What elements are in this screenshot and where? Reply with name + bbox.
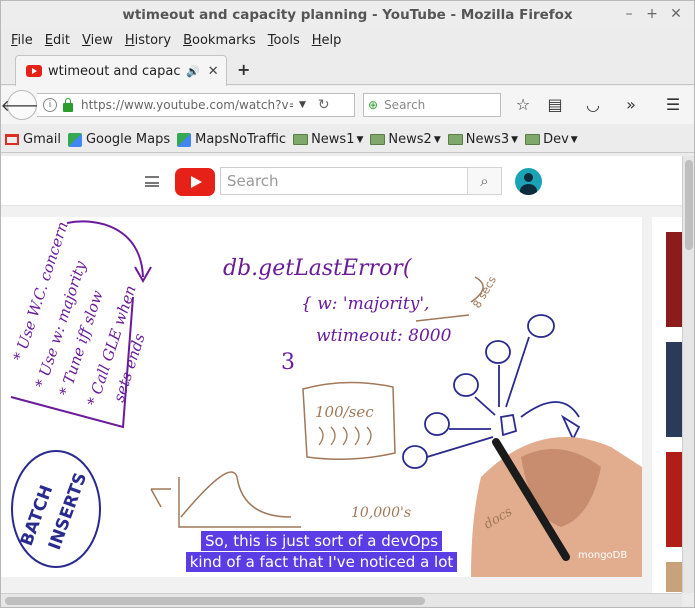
reload-icon[interactable]: ↻	[318, 97, 330, 113]
bracket-3: 3	[281, 350, 295, 375]
bookmark-label: News2	[388, 132, 432, 147]
bookmark-label: MapsNoTraffic	[195, 132, 287, 147]
search-icon: ⌕	[480, 172, 489, 190]
youtube-header: Search ⌕	[1, 156, 682, 206]
back-button[interactable]: 🡐	[1, 90, 43, 120]
chevron-down-icon: ▼	[511, 134, 519, 145]
related-thumbnail[interactable]	[666, 452, 682, 547]
tab-bar: wtimeout and capacit… 🔊 ✕ +	[1, 51, 694, 86]
bookmark-google-maps[interactable]: Google Maps	[67, 132, 171, 147]
youtube-search-button[interactable]: ⌕	[467, 167, 502, 195]
menu-history[interactable]: History	[119, 33, 177, 48]
scrollbar-thumb[interactable]	[5, 597, 425, 605]
rate-label: 100/sec	[315, 403, 374, 421]
bookmark-folder-news1[interactable]: News1 ▼	[293, 132, 363, 147]
gmail-icon	[5, 134, 19, 145]
left-notes: * Use W.C. concern * Use w: majority * T…	[10, 219, 149, 408]
pocket-icon[interactable]: ◡	[583, 95, 603, 114]
library-icon[interactable]: ▤	[545, 95, 565, 114]
mongodb-watermark: mongoDB	[578, 550, 628, 561]
related-videos-sidebar	[652, 217, 682, 593]
bookmark-mapsnotraffic[interactable]: MapsNoTraffic	[177, 132, 286, 147]
info-icon[interactable]: i	[43, 98, 57, 112]
chevron-down-icon: ▼	[570, 134, 578, 145]
tab-label: wtimeout and capacit…	[48, 63, 180, 79]
folder-icon	[293, 134, 309, 145]
chevron-down-icon: ▼	[433, 134, 441, 145]
video-player[interactable]: * Use W.C. concern * Use w: majority * T…	[1, 217, 642, 577]
caption-line-1: So, this is just sort of a devOps	[200, 531, 443, 551]
speaker-icon[interactable]: 🔊	[186, 65, 200, 78]
code-line-2: { w: 'majority',	[301, 294, 429, 314]
bookmark-label: Dev	[543, 132, 569, 147]
overflow-icon[interactable]: »	[621, 95, 641, 114]
bottom-label: 10,000's	[351, 505, 411, 521]
folder-icon	[370, 134, 386, 145]
menu-bar: File Edit View History Bookmarks Tools H…	[1, 29, 694, 51]
menu-edit[interactable]: Edit	[39, 33, 76, 48]
bookmark-label: Google Maps	[85, 132, 171, 147]
menu-tools[interactable]: Tools	[262, 33, 306, 48]
url-text[interactable]: https://www.youtube.com/watch?v=K5	[81, 98, 293, 112]
close-icon[interactable]: ✕	[668, 6, 684, 22]
caption-line-2: kind of a fact that I've noticed a lot	[185, 552, 458, 572]
hamburger-menu-icon[interactable]: ☰	[663, 95, 683, 114]
menu-file[interactable]: File	[5, 33, 39, 48]
captions: So, this is just sort of a devOps kind o…	[1, 531, 642, 573]
guide-menu-icon[interactable]	[145, 176, 159, 187]
bookmark-folder-dev[interactable]: Dev ▼	[525, 132, 578, 147]
chevron-down-icon: ▼	[356, 134, 364, 145]
menu-help[interactable]: Help	[306, 33, 348, 48]
minimize-icon[interactable]: –	[621, 6, 637, 22]
avatar[interactable]	[515, 168, 542, 195]
menu-bookmarks[interactable]: Bookmarks	[177, 33, 262, 48]
whiteboard-video-frame: * Use W.C. concern * Use w: majority * T…	[10, 219, 642, 577]
code-text: db.getLastError( { w: 'majority', wtimeo…	[223, 256, 452, 346]
scrollbar-thumb[interactable]	[685, 160, 693, 250]
bookmark-folder-news2[interactable]: News2 ▼	[370, 132, 441, 147]
lock-icon	[63, 97, 73, 112]
code-line-1: db.getLastError(	[223, 256, 412, 281]
bookmark-gmail[interactable]: Gmail	[5, 132, 61, 147]
bookmarks-toolbar: Gmail Google Maps MapsNoTraffic News1 ▼ N…	[1, 127, 694, 153]
bookmark-label: News3	[465, 132, 510, 147]
browser-window: wtimeout and capacity planning - YouTube…	[0, 0, 695, 608]
vertical-scrollbar[interactable]	[682, 156, 694, 593]
youtube-logo[interactable]	[175, 168, 215, 196]
related-thumbnail[interactable]	[666, 562, 682, 592]
page-content: Search ⌕ * Use W.C. concern * Use w: maj…	[1, 156, 682, 593]
bookmark-star-icon[interactable]: ☆	[513, 95, 533, 114]
youtube-search-input[interactable]: Search	[220, 167, 468, 195]
maps-icon	[177, 132, 192, 147]
title-bar: wtimeout and capacity planning - YouTube…	[1, 1, 694, 29]
bookmark-label: Gmail	[23, 132, 61, 147]
search-placeholder: Search	[384, 98, 426, 112]
horizontal-scrollbar[interactable]	[1, 593, 682, 607]
folder-icon	[447, 134, 463, 145]
maximize-icon[interactable]: +	[644, 6, 660, 22]
url-dropdown-icon[interactable]: ▼	[299, 100, 306, 110]
menu-view[interactable]: View	[76, 33, 119, 48]
related-thumbnail[interactable]	[666, 342, 682, 437]
search-engine-icon[interactable]: ⊕	[368, 98, 378, 112]
new-tab-icon[interactable]: +	[237, 60, 250, 79]
tab-close-icon[interactable]: ✕	[208, 64, 219, 79]
navigation-bar: 🡐 i https://www.youtube.com/watch?v=K5 ▼…	[1, 86, 694, 124]
code-line-3: wtimeout: 8000	[316, 326, 452, 346]
window-title: wtimeout and capacity planning - YouTube…	[122, 7, 573, 23]
search-bar[interactable]: ⊕ Search	[363, 93, 501, 117]
youtube-favicon-icon	[26, 65, 42, 77]
folder-icon	[525, 134, 541, 145]
bell-curve	[150, 471, 301, 528]
related-thumbnail[interactable]	[666, 232, 682, 327]
maps-icon	[67, 132, 82, 147]
tab-youtube[interactable]: wtimeout and capacit… 🔊 ✕	[15, 55, 227, 86]
url-bar[interactable]: i https://www.youtube.com/watch?v=K5 ▼ ↻	[37, 93, 355, 117]
secs-label: 8 secs	[470, 274, 499, 311]
bookmark-label: News1	[311, 132, 355, 147]
bookmark-folder-news3[interactable]: News3 ▼	[447, 132, 519, 147]
rate-arrows	[318, 426, 372, 446]
